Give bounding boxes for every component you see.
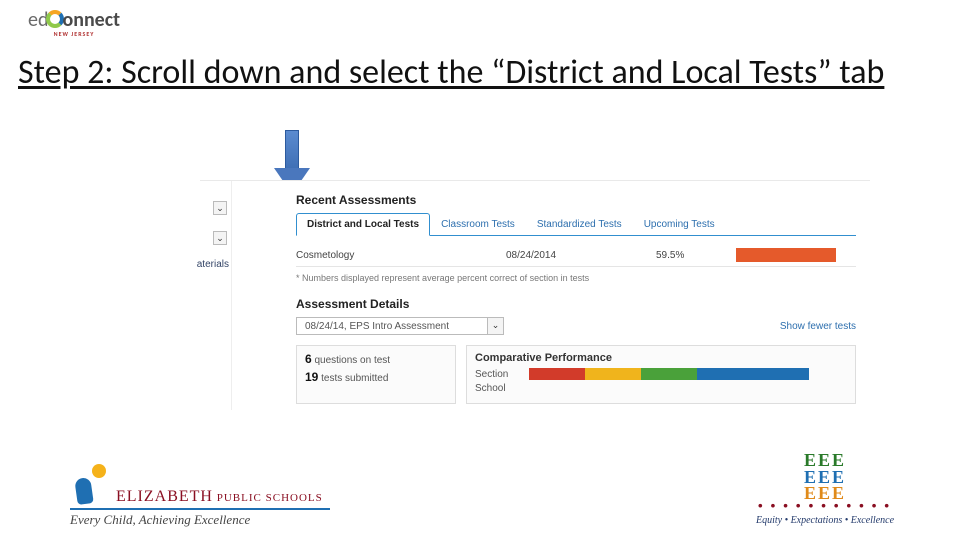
cp-row-label: Section <box>475 369 521 380</box>
show-fewer-tests-link[interactable]: Show fewer tests <box>780 321 856 332</box>
dropdown-value: 08/24/14, EPS Intro Assessment <box>297 321 487 332</box>
eee-stack-icon: EEE EEE EEE <box>730 452 920 501</box>
dropdown-arrow-icon[interactable]: ⌄ <box>213 231 227 245</box>
chevron-down-icon[interactable]: ⌄ <box>487 318 503 334</box>
logo-suffix: onnect <box>62 8 120 32</box>
test-stats-card: 6 questions on test 19 tests submitted <box>296 345 456 404</box>
tests-submitted-count: 19 <box>305 370 318 384</box>
dropdown-arrow-icon[interactable]: ⌄ <box>213 201 227 215</box>
footnote: * Numbers displayed represent average pe… <box>296 273 864 283</box>
eps-text: ELIZABETH PUBLIC SCHOOLS <box>116 488 323 506</box>
child-sun-icon <box>70 464 106 506</box>
tests-submitted-label: tests submitted <box>321 373 388 384</box>
cp-row-label: School <box>475 383 521 394</box>
assessment-date: 08/24/2014 <box>506 250 656 261</box>
edconnect-logo: edonnect NEW JERSEY <box>28 8 120 38</box>
assessment-row: Cosmetology 08/24/2014 59.5% <box>296 248 856 262</box>
screenshot-panel: ⌄ ⌄ aterials Recent Assessments District… <box>200 180 870 410</box>
tab-district-local-tests[interactable]: District and Local Tests <box>296 213 430 236</box>
truncated-text: aterials <box>197 259 229 270</box>
question-count: 6 <box>305 352 312 366</box>
tab-standardized-tests[interactable]: Standardized Tests <box>526 213 633 235</box>
segmented-bar <box>529 368 809 380</box>
comparative-performance-title: Comparative Performance <box>475 352 847 364</box>
step-heading: Step 2: Scroll down and select the “Dist… <box>18 52 942 95</box>
comparative-performance-card: Comparative Performance Section School <box>466 345 856 404</box>
eps-tagline: Every Child, Achieving Excellence <box>70 512 370 528</box>
eee-logo: EEE EEE EEE ● ● ● ● ● ● ● ● ● ● ● Equity… <box>730 452 920 526</box>
dots-divider: ● ● ● ● ● ● ● ● ● ● ● <box>730 501 920 511</box>
assessment-tabs: District and Local Tests Classroom Tests… <box>296 213 856 236</box>
assessment-details-title: Assessment Details <box>296 297 864 311</box>
question-label: questions on test <box>314 355 390 366</box>
divider <box>296 266 856 267</box>
eps-logo: ELIZABETH PUBLIC SCHOOLS Every Child, Ac… <box>70 464 370 528</box>
divider <box>70 508 330 510</box>
logo-prefix: ed <box>28 8 48 32</box>
eee-tagline: Equity • Expectations • Excellence <box>730 515 920 526</box>
tab-upcoming-tests[interactable]: Upcoming Tests <box>633 213 726 235</box>
assessment-dropdown[interactable]: 08/24/14, EPS Intro Assessment ⌄ <box>296 317 504 335</box>
left-sidebar-fragment: ⌄ ⌄ aterials <box>200 181 232 410</box>
assessment-percent: 59.5% <box>656 250 736 261</box>
assessment-name: Cosmetology <box>296 250 506 261</box>
recent-assessments-title: Recent Assessments <box>296 193 864 207</box>
score-bar <box>736 248 836 262</box>
tab-classroom-tests[interactable]: Classroom Tests <box>430 213 526 235</box>
